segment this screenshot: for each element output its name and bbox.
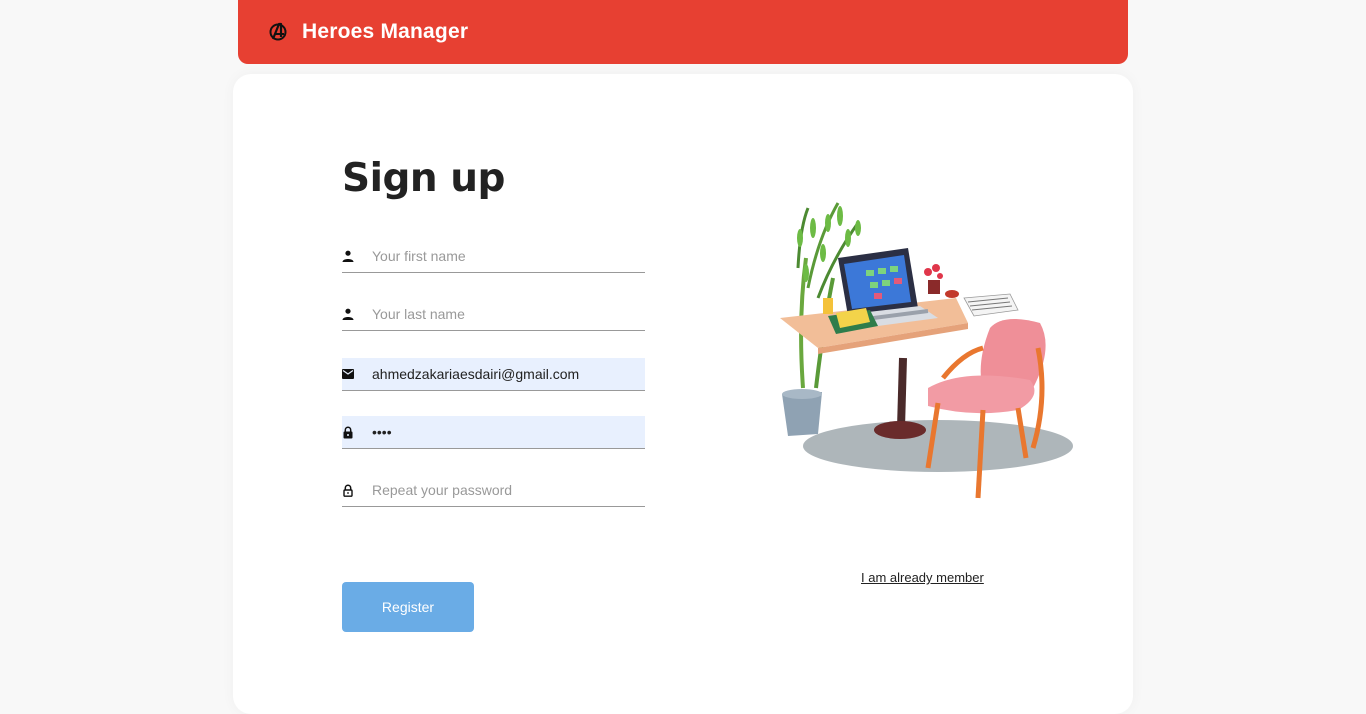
repeat-password-field bbox=[342, 474, 645, 507]
top-navbar: Heroes Manager bbox=[238, 0, 1128, 64]
email-field bbox=[342, 358, 645, 391]
last-name-input[interactable] bbox=[372, 298, 632, 330]
app-title[interactable]: Heroes Manager bbox=[302, 20, 468, 44]
person-icon bbox=[342, 308, 354, 320]
password-input[interactable] bbox=[372, 416, 632, 448]
password-field bbox=[342, 416, 645, 449]
signup-card: Sign up Register bbox=[233, 74, 1133, 714]
page-title: Sign up bbox=[342, 156, 505, 201]
lock-icon bbox=[342, 426, 354, 438]
first-name-input[interactable] bbox=[372, 240, 632, 272]
desk-illustration bbox=[780, 202, 1073, 499]
already-member-link[interactable]: I am already member bbox=[861, 570, 984, 585]
lock-outline-icon bbox=[342, 484, 354, 497]
mail-icon bbox=[342, 368, 354, 380]
email-input[interactable] bbox=[372, 358, 632, 390]
repeat-password-input[interactable] bbox=[372, 474, 632, 506]
last-name-field bbox=[342, 298, 645, 331]
first-name-field bbox=[342, 240, 645, 273]
person-icon bbox=[342, 250, 354, 262]
avengers-logo-icon[interactable] bbox=[268, 22, 288, 42]
register-button[interactable]: Register bbox=[342, 582, 474, 632]
